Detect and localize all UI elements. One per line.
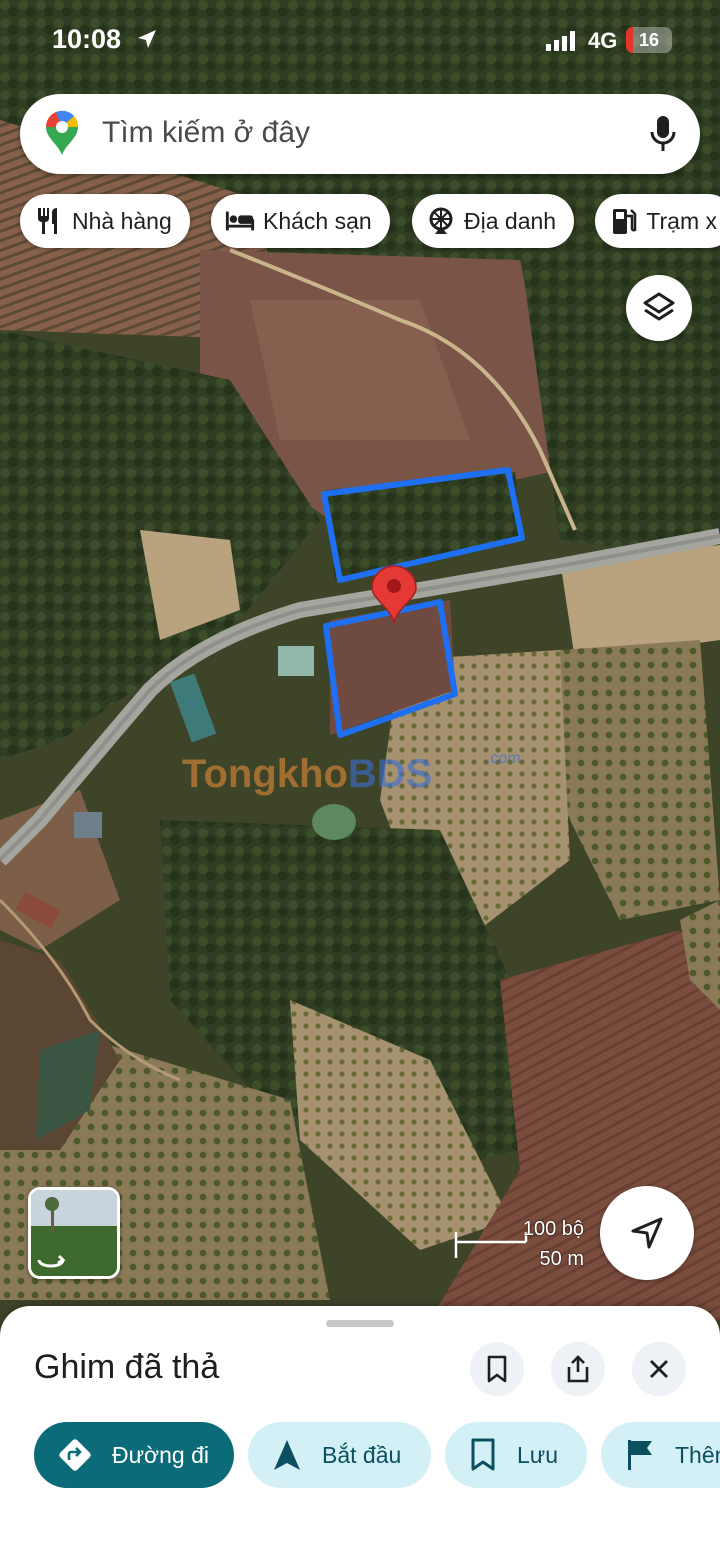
battery-percent: 16: [638, 30, 660, 50]
action-label: Thên: [675, 1441, 720, 1468]
street-view-thumbnail[interactable]: [28, 1187, 120, 1279]
directions-icon: [58, 1438, 92, 1472]
status-bar: 10:08 4G 16: [0, 0, 720, 80]
scale-imperial: 100 bộ: [522, 1218, 584, 1240]
add-label-button[interactable]: Thên: [601, 1422, 720, 1488]
search-input[interactable]: Tìm kiếm ở đây: [102, 116, 310, 150]
map-scale: 100 bộ 50 m: [454, 1218, 584, 1274]
my-location-button[interactable]: [600, 1186, 694, 1280]
close-button[interactable]: [632, 1342, 686, 1396]
action-label: Đường đi: [112, 1441, 209, 1468]
chip-hotels[interactable]: Khách sạn: [211, 194, 390, 248]
chip-landmarks[interactable]: Địa danh: [412, 194, 575, 248]
search-bar[interactable]: Tìm kiếm ở đây: [20, 94, 700, 174]
cellular-signal-icon: [546, 31, 575, 51]
location-arrow-icon: [138, 30, 156, 48]
bookmark-icon: [469, 1438, 497, 1472]
watermark-logo: TongkhoBDS: [182, 752, 432, 797]
chip-label: Trạm x: [646, 207, 717, 234]
scale-metric: 50 m: [539, 1248, 584, 1270]
navigation-arrow-icon: [631, 1217, 663, 1249]
start-button[interactable]: Bắt đầu: [248, 1422, 431, 1488]
gas-station-icon: [609, 206, 638, 236]
watermark-text-b: BDS: [347, 752, 433, 796]
close-icon: [650, 1360, 668, 1378]
save-button[interactable]: Lưu: [445, 1422, 587, 1488]
hotel-icon: [225, 206, 255, 236]
chip-label: Địa danh: [464, 207, 557, 234]
landmark-icon: [426, 206, 456, 236]
share-button[interactable]: [551, 1342, 605, 1396]
layers-icon: [643, 292, 675, 321]
battery-icon: 16: [626, 27, 672, 53]
share-icon: [567, 1355, 589, 1383]
google-maps-logo-icon: [45, 110, 79, 155]
chip-label: Khách sạn: [263, 207, 372, 234]
chip-label: Nhà hàng: [72, 207, 172, 234]
network-type: 4G: [588, 28, 618, 53]
directions-button[interactable]: Đường đi: [34, 1422, 234, 1488]
sheet-title: Ghim đã thả: [34, 1348, 220, 1386]
microphone-icon[interactable]: [650, 114, 676, 154]
action-label: Bắt đầu: [322, 1441, 402, 1468]
bookmark-icon: [487, 1355, 507, 1383]
chip-gas-stations[interactable]: Trạm x: [595, 194, 720, 248]
place-bottom-sheet[interactable]: Ghim đã thả Đường đi Bắt đầu Lưu Thên: [0, 1306, 720, 1559]
drag-handle[interactable]: [326, 1320, 394, 1327]
action-label: Lưu: [517, 1441, 558, 1468]
chip-restaurants[interactable]: Nhà hàng: [20, 194, 190, 248]
save-bookmark-button[interactable]: [470, 1342, 524, 1396]
layers-button[interactable]: [626, 275, 692, 341]
flag-icon: [625, 1438, 655, 1472]
status-time: 10:08: [52, 24, 122, 54]
street-view-image: [31, 1190, 117, 1276]
navigation-icon: [272, 1438, 302, 1472]
watermark-suffix: .com: [486, 750, 521, 767]
watermark-text-a: Tongkho: [182, 752, 348, 796]
restaurant-icon: [34, 206, 64, 236]
